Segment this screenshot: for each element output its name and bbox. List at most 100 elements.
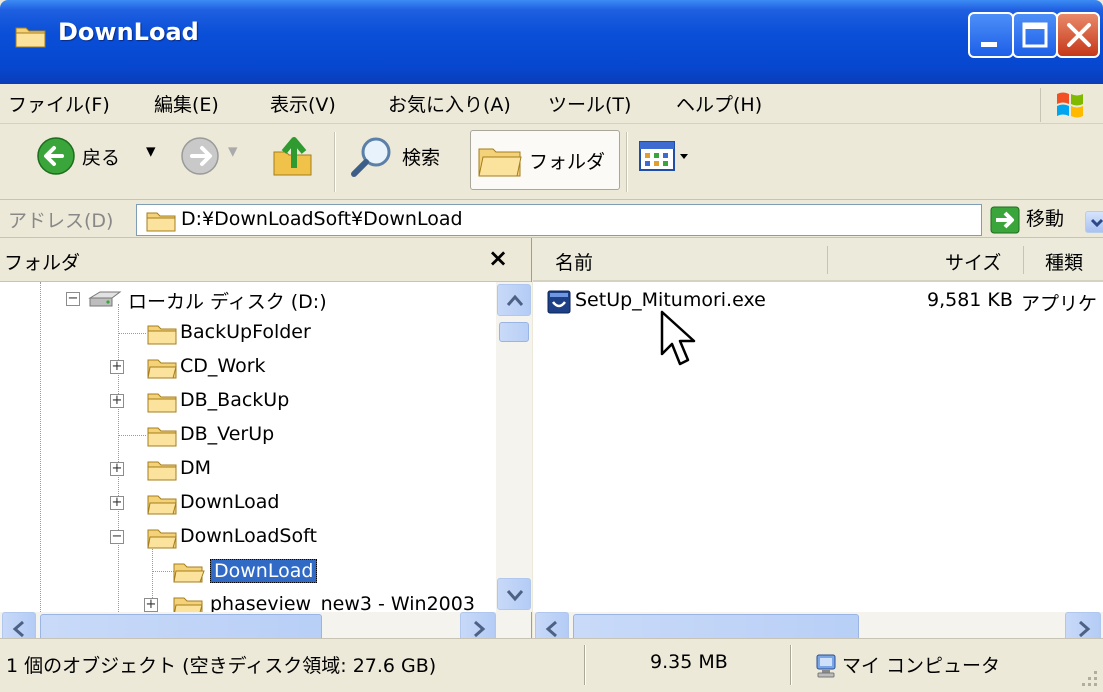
status-location: マイ コンピュータ	[842, 655, 1001, 677]
menu-tools[interactable]: ツール(T)	[548, 90, 631, 117]
tree-item-download-selected[interactable]: DownLoad	[144, 554, 490, 588]
scroll-down-button[interactable]	[497, 578, 531, 610]
open-folder-icon	[173, 597, 203, 612]
menu-help[interactable]: ヘルプ(H)	[676, 90, 762, 117]
tree-item-label: DownLoadSoft	[180, 525, 317, 547]
collapse-icon[interactable]: −	[110, 530, 124, 544]
address-dropdown-button[interactable]	[1085, 211, 1103, 233]
expand-icon[interactable]: +	[110, 394, 124, 408]
open-folder-icon	[147, 359, 177, 379]
maximize-button[interactable]	[1012, 12, 1058, 58]
address-value: D:¥DownLoadSoft¥DownLoad	[181, 208, 463, 230]
tree-item-cd-work[interactable]: + CD_Work	[110, 350, 490, 384]
folders-button[interactable]: フォルダ	[470, 130, 620, 190]
folder-tree-pane: フォルダ × − ローカル ディスク (D:) BackUpFolder + C…	[0, 238, 532, 644]
toolbar-separator	[334, 132, 336, 192]
tree-item-dm[interactable]: + DM	[110, 452, 490, 486]
folder-icon	[147, 393, 177, 413]
application-exe-icon	[547, 290, 571, 314]
menu-bar: ファイル(F) 編集(E) 表示(V) お気に入り(A) ツール(T) ヘルプ(…	[0, 84, 1103, 124]
folder-icon	[146, 212, 176, 232]
back-arrow-icon[interactable]	[36, 136, 76, 176]
close-pane-button[interactable]: ×	[488, 244, 508, 272]
expand-icon[interactable]: +	[110, 360, 124, 374]
tree-guide-line	[118, 333, 146, 334]
column-divider[interactable]	[827, 246, 828, 274]
tree-item-download[interactable]: + DownLoad	[110, 486, 490, 520]
open-folder-icon	[147, 495, 177, 515]
expand-icon[interactable]: +	[144, 598, 158, 612]
folder-tree-vertical-scrollbar[interactable]	[496, 282, 532, 612]
file-size: 9,581 KB	[927, 289, 1013, 311]
tree-item-label: DownLoad	[210, 559, 318, 583]
hard-drive-icon	[88, 291, 122, 307]
tree-item-label: ローカル ディスク (D:)	[128, 291, 327, 313]
menu-edit[interactable]: 編集(E)	[154, 90, 219, 117]
tree-item-phaseview[interactable]: + phaseview_new3 - Win2003	[144, 588, 496, 612]
forward-dropdown-icon[interactable]: ▾	[228, 140, 238, 162]
address-label: アドレス(D)	[8, 210, 114, 232]
tree-item-backupfolder[interactable]: BackUpFolder	[110, 316, 490, 350]
folders-icon	[478, 148, 522, 177]
expand-icon[interactable]: +	[110, 462, 124, 476]
open-folder-icon	[147, 529, 177, 549]
toolbar-separator	[626, 132, 628, 192]
tree-item-label: DB_VerUp	[180, 423, 275, 445]
resize-grip-icon[interactable]	[1076, 667, 1100, 689]
column-divider[interactable]	[1023, 246, 1024, 274]
open-folder-icon	[173, 563, 205, 583]
tree-item-label: BackUpFolder	[180, 321, 311, 343]
back-button-label[interactable]: 戻る	[82, 143, 120, 170]
file-row[interactable]: SetUp_Mitumori.exe 9,581 KB アプリケ	[547, 288, 1103, 318]
expand-icon[interactable]: +	[110, 496, 124, 510]
address-input[interactable]: D:¥DownLoadSoft¥DownLoad	[136, 204, 1103, 236]
tree-item-label: phaseview_new3 - Win2003	[210, 593, 475, 612]
tree-item-db-verup[interactable]: DB_VerUp	[110, 418, 490, 452]
folder-icon	[15, 27, 46, 48]
scroll-thumb[interactable]	[499, 322, 529, 342]
minimize-button[interactable]	[968, 12, 1014, 58]
windows-flag-icon	[1057, 92, 1083, 118]
column-header-size[interactable]: サイズ	[945, 248, 1001, 275]
views-icon[interactable]	[638, 140, 696, 174]
menu-view[interactable]: 表示(V)	[270, 90, 336, 117]
address-bar: アドレス(D) D:¥DownLoadSoft¥DownLoad	[0, 200, 1103, 238]
collapse-icon[interactable]: −	[66, 292, 80, 306]
go-button-label[interactable]: 移動	[1026, 204, 1064, 231]
search-icon[interactable]	[350, 134, 394, 178]
mouse-pointer-icon	[660, 310, 696, 366]
tree-item-label: CD_Work	[180, 355, 266, 377]
scroll-up-button[interactable]	[497, 284, 531, 316]
tree-item-label: DownLoad	[180, 491, 280, 513]
go-arrow-icon[interactable]	[990, 206, 1020, 234]
folder-pane-title: フォルダ	[4, 252, 81, 274]
folders-button-label: フォルダ	[529, 151, 606, 173]
forward-arrow-icon[interactable]	[180, 136, 220, 176]
tree-item-db-backup[interactable]: + DB_BackUp	[110, 384, 490, 418]
folder-tree: − ローカル ディスク (D:) BackUpFolder + CD_Work …	[0, 282, 496, 612]
title-bar[interactable]: DownLoad	[0, 0, 1103, 84]
chevron-up-icon	[506, 294, 524, 306]
folder-icon	[147, 461, 177, 481]
up-folder-icon[interactable]	[270, 132, 318, 180]
minimize-icon	[981, 42, 997, 47]
folder-pane-header: フォルダ ×	[0, 238, 531, 282]
tree-item-local-disk[interactable]: − ローカル ディスク (D:)	[66, 282, 486, 316]
search-button-label[interactable]: 検索	[402, 143, 440, 170]
close-button[interactable]	[1056, 12, 1100, 58]
explorer-window: DownLoad ファイル(F) 編集(E) 表示(V) お気に入り(A) ツー…	[0, 0, 1103, 692]
windows-logo	[1040, 88, 1100, 122]
maximize-icon	[1022, 22, 1048, 48]
status-divider	[584, 645, 586, 685]
file-list-pane: 名前 サイズ 種類 SetUp_Mitumori.exe 9,581 KB アプ…	[533, 238, 1103, 644]
window-title: DownLoad	[58, 18, 199, 46]
file-type: アプリケ	[1021, 293, 1098, 315]
back-dropdown-icon[interactable]: ▾	[146, 140, 156, 162]
menu-file[interactable]: ファイル(F)	[8, 90, 110, 117]
column-header-name[interactable]: 名前	[555, 248, 593, 275]
folder-icon	[147, 427, 177, 447]
column-header-type[interactable]: 種類	[1045, 248, 1083, 275]
menu-favorites[interactable]: お気に入り(A)	[388, 90, 511, 117]
tree-item-downloadsoft[interactable]: − DownLoadSoft	[110, 520, 490, 554]
tree-item-label: DB_BackUp	[180, 389, 290, 411]
